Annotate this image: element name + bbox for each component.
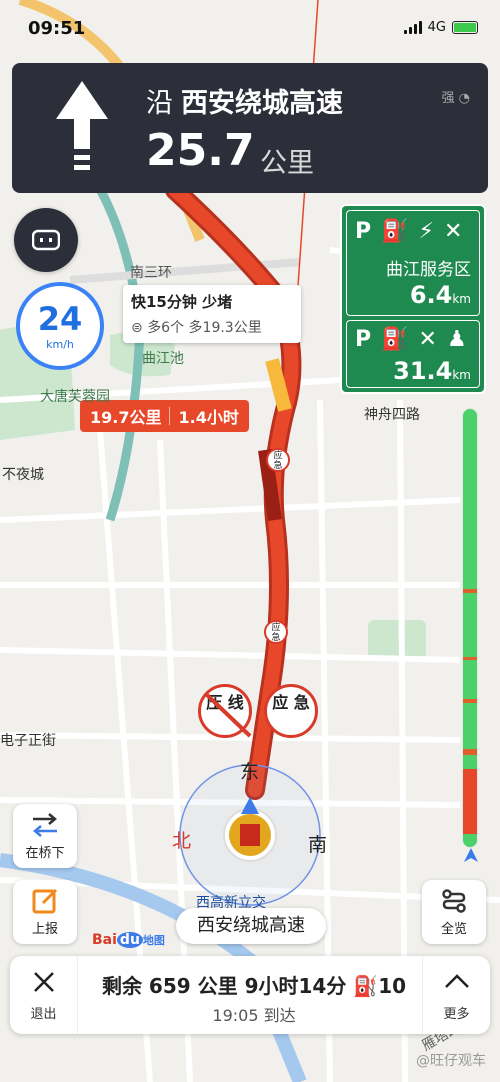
report-edit-icon [32,888,58,914]
service-area-distance-2: 31.4km [393,357,471,385]
more-button[interactable]: 更多 [422,956,490,1034]
progress-jam-segment [463,749,477,755]
service-area-name: 曲江服务区 [386,260,471,280]
assistant-robot-icon [32,229,60,251]
badge-distance: 19.7公里 [90,408,162,427]
callout-line2: ⊜ 多6个 多19.3公里 [131,317,262,337]
bottom-trip-bar: 退出 剩余 659 公里 9小时14分 ⛽10 19:05 到达 更多 [10,956,490,1034]
badge-separator [169,407,171,425]
sa2-value: 31.4 [393,357,453,385]
no-line-crossing-slash-icon [204,692,252,738]
overview-button[interactable]: 全览 [422,880,486,944]
progress-jam-segment [463,769,477,834]
map-label-nansanhuan: 南三环 [130,265,172,281]
network-type: 4G [427,20,446,35]
route-overview-icon [442,889,466,913]
sa1-unit: km [452,292,471,306]
current-road-label: 西安绕城高速 [176,908,326,944]
service-area-distance-1: 6.4km [410,281,471,309]
map-label-qujiangchi: 曲江池 [142,351,184,367]
progress-jam-segment [463,589,477,593]
traffic-light-icon: ⊜ [131,320,143,336]
charging-icon: ⚡ [418,219,434,244]
vehicle-car-icon [224,810,276,862]
restaurant-icon: ✕ [443,219,463,244]
distance-value: 25.7 [146,125,255,176]
service-area-2[interactable]: P ⛽ ✕ ♟ 31.4km [346,320,480,388]
compass-north: 北 [172,830,192,852]
battery-icon [452,21,478,34]
compass-east: 东 [240,761,260,783]
exit-button[interactable]: 退出 [10,956,78,1034]
restaurant-icon: ✕ [418,327,437,352]
signal-icon [403,21,422,34]
parking-icon: P [355,219,372,244]
toilet-icon: ♟ [446,327,467,352]
assistant-button[interactable] [14,208,78,272]
arrival-time: 19:05 到达 [212,1006,296,1025]
parking-icon: P [355,327,372,352]
emergency-lane-marker: 应 急 [266,448,290,472]
watermark: @旺仔观车 [416,1053,486,1069]
sa2-unit: km [452,368,471,382]
speed-value: 24 [37,300,83,338]
map-label-shenzhou: 神舟四路 [364,407,420,423]
report-button[interactable]: 上报 [13,880,77,944]
service-area-1[interactable]: P ⛽ ⚡ ✕ 曲江服务区 6.4km [346,210,480,316]
fuel-icon: ⛽ [381,219,409,244]
service-icons-2: P ⛽ ✕ ♟ [355,327,467,352]
next-road: 沿西安绕城高速 [146,81,343,120]
exit-label: 退出 [30,1007,57,1022]
navigation-instruction-card[interactable]: 沿西安绕城高速 25.7 公里 强 ◔ [12,63,488,193]
callout-line2-text: 多6个 多19.3公里 [147,320,262,336]
callout-line1: 快15分钟 少堵 [131,293,233,311]
map-label-zizheng: 电子正街 [0,733,56,749]
service-area-panel[interactable]: P ⛽ ⚡ ✕ 曲江服务区 6.4km P ⛽ ✕ ♟ 31.4km [340,204,486,394]
bridge-switch-icon [33,813,57,837]
service-icons-1: P ⛽ ⚡ ✕ [355,219,462,244]
road-prefix: 沿 [146,88,173,119]
alternative-route-callout[interactable]: 快15分钟 少堵 ⊜ 多6个 多19.3公里 [123,285,301,343]
speed-unit: km/h [46,338,74,351]
speedometer: 24 km/h [16,282,104,370]
baidu-logo: Bai du 地图 [92,932,165,948]
gps-signal-label: 强 [441,91,455,106]
sa1-value: 6.4 [409,281,453,309]
remaining-trip: 剩余 659 公里 9小时14分 ⛽10 [101,974,407,998]
badge-time: 1.4小时 [178,408,239,427]
close-icon [34,972,54,992]
more-label: 更多 [443,1007,470,1022]
gps-signal: 强 ◔ [441,91,471,106]
overview-label: 全览 [440,922,467,937]
straight-arrow-icon [56,81,108,170]
report-label: 上报 [31,922,58,937]
bridge-toggle-button[interactable]: 在桥下 [13,804,77,868]
route-progress-bar [462,408,478,848]
map-label-buyecheng: 不夜城 [2,467,44,483]
current-position-icon [464,848,478,862]
compass-south: 南 [308,834,328,856]
progress-jam-segment [463,657,477,660]
status-bar: 09:51 4G [0,0,500,58]
road-name: 西安绕城高速 [181,88,343,119]
emergency-lane-marker: 应 急 [264,620,288,644]
status-right: 4G [403,20,478,35]
bridge-label: 在桥下 [25,846,65,861]
distance-unit: 公里 [260,148,314,179]
emergency-lane-sign: 应 急 [264,684,318,738]
progress-jam-segment [463,699,477,703]
status-time: 09:51 [28,18,86,39]
chevron-up-icon [445,974,469,988]
map-label-datang: 大唐芙蓉园 [40,389,110,405]
fuel-icon: ⛽ [381,327,409,352]
